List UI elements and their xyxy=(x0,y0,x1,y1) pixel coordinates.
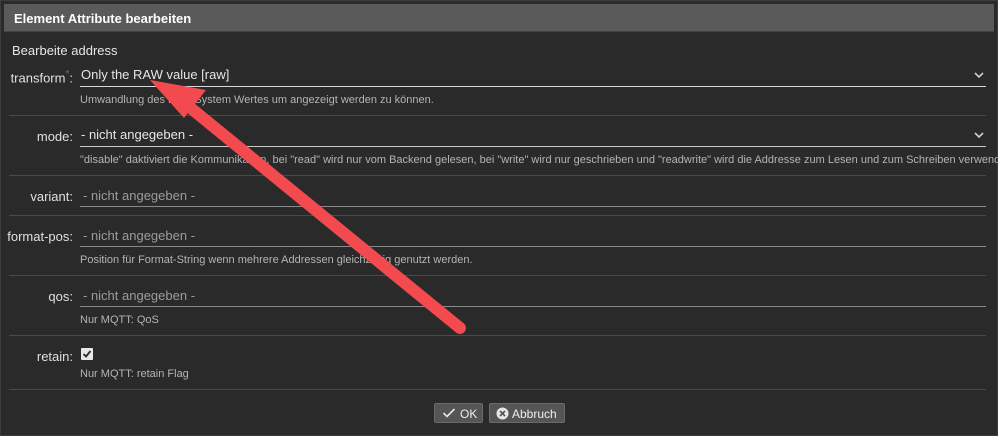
divider xyxy=(9,275,986,276)
transform-help: Umwandlung des KNX-System Wertes um ange… xyxy=(80,94,434,106)
cancel-button[interactable]: Abbruch xyxy=(489,403,565,423)
format-pos-label: format-pos: xyxy=(7,229,73,244)
transform-select[interactable]: Only the RAW value [raw] xyxy=(80,65,986,87)
transform-select-value: Only the RAW value [raw] xyxy=(81,67,230,82)
format-pos-placeholder: - nicht angegeben - xyxy=(83,228,196,243)
dialog-subtitle: Bearbeite address xyxy=(12,43,118,58)
qos-placeholder: - nicht angegeben - xyxy=(83,288,196,303)
checkmark-icon xyxy=(82,350,92,358)
transform-label: transform*: xyxy=(11,69,73,85)
variant-label: variant: xyxy=(30,189,73,204)
close-circle-icon xyxy=(496,407,509,420)
dialog-titlebar[interactable]: Element Attribute bearbeiten xyxy=(4,4,994,32)
edit-attributes-dialog: Element Attribute bearbeiten Bearbeite a… xyxy=(0,0,998,436)
divider xyxy=(9,115,986,116)
retain-help: Nur MQTT: retain Flag xyxy=(80,368,189,380)
ok-button[interactable]: OK xyxy=(434,403,483,423)
transform-label-text: transform xyxy=(10,70,66,86)
divider xyxy=(9,215,986,216)
qos-label: qos: xyxy=(48,289,73,304)
mode-select-value: - nicht angegeben - xyxy=(81,127,194,142)
mode-select[interactable]: - nicht angegeben - xyxy=(80,125,986,147)
divider xyxy=(9,335,986,336)
variant-input[interactable]: - nicht angegeben - xyxy=(80,185,986,207)
chevron-down-icon xyxy=(974,132,984,139)
format-pos-help: Position für Format-String wenn mehrere … xyxy=(80,254,473,266)
divider xyxy=(9,175,986,176)
mode-help: "disable" daktiviert die Kommunikation, … xyxy=(80,154,998,166)
transform-label-colon: : xyxy=(69,70,73,86)
mode-label: mode: xyxy=(36,129,73,144)
check-icon xyxy=(442,408,456,418)
dialog-title: Element Attribute bearbeiten xyxy=(14,11,192,26)
qos-help: Nur MQTT: QoS xyxy=(80,314,159,326)
retain-label: retain: xyxy=(36,349,73,364)
retain-checkbox[interactable] xyxy=(81,348,93,360)
divider xyxy=(9,389,986,390)
qos-input[interactable]: - nicht angegeben - xyxy=(80,285,986,307)
chevron-down-icon xyxy=(974,72,984,79)
variant-placeholder: - nicht angegeben - xyxy=(83,188,196,203)
cancel-button-label: Abbruch xyxy=(512,407,557,421)
ok-button-label: OK xyxy=(460,407,478,421)
format-pos-input[interactable]: - nicht angegeben - xyxy=(80,225,986,247)
